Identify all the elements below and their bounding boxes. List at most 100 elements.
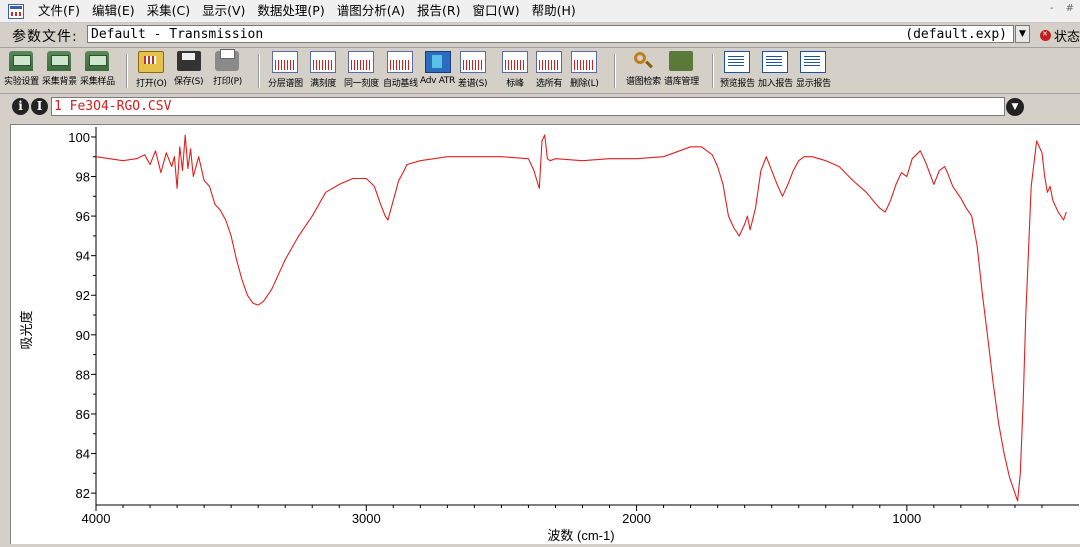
toolbar-label: 实验设置: [4, 77, 39, 87]
menu-report[interactable]: 报告(R): [411, 0, 466, 22]
status-button[interactable]: 状态: [1040, 26, 1080, 45]
y-tick-label: 86: [76, 407, 90, 422]
adv-atr-icon: [424, 51, 451, 73]
parameter-file-select[interactable]: Default - Transmission (default.exp): [87, 25, 1014, 43]
y-tick-label: 94: [76, 249, 90, 264]
toolbar-label: 差谱(S): [458, 79, 488, 89]
search-spectra-icon: [631, 51, 655, 71]
common-scale-icon: [348, 51, 375, 73]
spectrum-selector-row: i I 1 Fe3O4-RGO.CSV ▼: [0, 94, 1080, 120]
find-peaks-icon: [502, 51, 528, 73]
spectrum-dropdown-icon[interactable]: ▼: [1006, 98, 1024, 116]
spectrum-select[interactable]: 1 Fe3O4-RGO.CSV: [51, 97, 1005, 116]
toolbar-label: 谱图检索: [626, 77, 661, 87]
full-scale-button[interactable]: 满刻度: [310, 51, 336, 89]
toolbar-label: 自动基线: [383, 79, 418, 89]
y-tick-label: 90: [76, 328, 90, 343]
menu-window[interactable]: 窗口(W): [466, 0, 525, 22]
auto-baseline-button[interactable]: 自动基线: [383, 51, 418, 89]
toolbar-separator: [258, 54, 260, 88]
y-tick-label: 92: [76, 288, 90, 303]
next-spectrum-icon[interactable]: I: [31, 98, 48, 115]
y-tick-label: 82: [76, 486, 90, 501]
parameter-file-row: 参数文件: Default - Transmission (default.ex…: [0, 23, 1080, 48]
stack-spectra-icon: [272, 51, 299, 73]
open-button[interactable]: 打开(O): [136, 51, 167, 89]
library-manager-icon: [669, 51, 694, 71]
save-disk-icon: [176, 51, 201, 71]
menu-process[interactable]: 数据处理(P): [251, 0, 330, 22]
preview-report-button[interactable]: 预览报告: [720, 51, 755, 89]
x-tick-label: 4000: [82, 511, 111, 526]
toolbar-label: 标峰: [506, 79, 524, 89]
delete-button[interactable]: 删除(L): [570, 51, 599, 89]
toolbar-label: 显示报告: [796, 79, 831, 89]
collect-background-button[interactable]: 采集背景: [42, 51, 77, 87]
toolbar-label: 删除(L): [570, 79, 599, 89]
library-manager-button[interactable]: 谱库管理: [664, 51, 699, 87]
toolbar-separator: [126, 54, 128, 88]
subtract-icon: [459, 51, 486, 73]
x-tick-label: 1000: [892, 511, 921, 526]
toolbar-label: 采集背景: [42, 77, 77, 87]
collect-background-icon: [47, 51, 72, 71]
y-tick-label: 100: [68, 130, 90, 145]
preview-report-icon: [724, 51, 751, 73]
select-all-button[interactable]: 选所有: [536, 51, 562, 89]
chevron-down-icon: ▼: [1019, 29, 1026, 39]
save-button[interactable]: 保存(S): [174, 51, 204, 87]
toolbar-separator: [614, 54, 616, 88]
menu-analyze[interactable]: 谱图分析(A): [331, 0, 411, 22]
add-to-report-icon: [762, 51, 789, 73]
printer-icon: [215, 49, 240, 71]
toolbar-label: 分层谱图: [268, 79, 303, 89]
stack-spectra-button[interactable]: 分层谱图: [268, 51, 303, 89]
delete-icon: [571, 51, 598, 73]
y-tick-label: 96: [76, 209, 90, 224]
toolbar-label: 预览报告: [720, 79, 755, 89]
toolbar-label: 满刻度: [310, 79, 337, 89]
toolbar-label: 同一刻度: [344, 79, 379, 89]
print-button[interactable]: 打印(P): [213, 49, 242, 87]
menu-help[interactable]: 帮助(H): [526, 0, 582, 22]
search-spectra-button[interactable]: 谱图检索: [626, 51, 661, 87]
status-label: 状态: [1054, 30, 1080, 45]
menu-file[interactable]: 文件(F): [32, 0, 86, 22]
spectrum-line: [95, 134, 1067, 502]
common-scale-button[interactable]: 同一刻度: [344, 51, 379, 89]
spectrum-chart-panel: 82 84 86 88 90 92 94 96 98 100 4000 3000 2000 1000 波数…: [10, 124, 1080, 544]
collect-sample-button[interactable]: 采集样品: [80, 51, 115, 87]
parameter-file-label: 参数文件:: [12, 29, 78, 45]
toolbar-label: 采集样品: [80, 77, 115, 87]
experiment-setup-button[interactable]: 实验设置: [4, 51, 39, 87]
parameter-file-name: Default - Transmission: [91, 27, 264, 42]
y-tick-label: 84: [76, 447, 90, 462]
minimize-button[interactable]: -: [1050, 3, 1054, 14]
experiment-setup-icon: [9, 51, 34, 71]
parameter-dropdown-button[interactable]: ▼: [1015, 25, 1030, 43]
y-tick-label: 98: [76, 170, 90, 185]
x-tick-label: 3000: [352, 511, 381, 526]
subtract-button[interactable]: 差谱(S): [458, 51, 488, 89]
find-peaks-button[interactable]: 标峰: [502, 51, 528, 89]
toolbar-label: 谱库管理: [664, 77, 699, 87]
adv-atr-button[interactable]: Adv ATR: [420, 51, 455, 86]
show-report-button[interactable]: 显示报告: [796, 51, 831, 89]
menu-collect[interactable]: 采集(C): [141, 0, 196, 22]
add-to-report-button[interactable]: 加入报告: [758, 51, 793, 89]
collect-sample-icon: [85, 51, 110, 71]
toolbar-label: 打开(O): [136, 79, 167, 89]
info-icon[interactable]: i: [12, 98, 29, 115]
menu-view[interactable]: 显示(V): [196, 0, 251, 22]
app-icon: [8, 3, 24, 19]
toolbar-separator: [712, 54, 714, 88]
spectrum-chart[interactable]: 82 84 86 88 90 92 94 96 98 100 4000 3000 2000 1000 波数…: [11, 125, 1080, 544]
auto-baseline-icon: [387, 51, 414, 73]
open-folder-icon: [138, 51, 165, 73]
full-scale-icon: [310, 51, 337, 73]
toolbar-label: 选所有: [536, 79, 563, 89]
toolbar-label: 加入报告: [758, 79, 793, 89]
menu-edit[interactable]: 编辑(E): [86, 0, 141, 22]
restore-button[interactable]: #: [1066, 3, 1074, 14]
x-tick-label: 2000: [622, 511, 651, 526]
